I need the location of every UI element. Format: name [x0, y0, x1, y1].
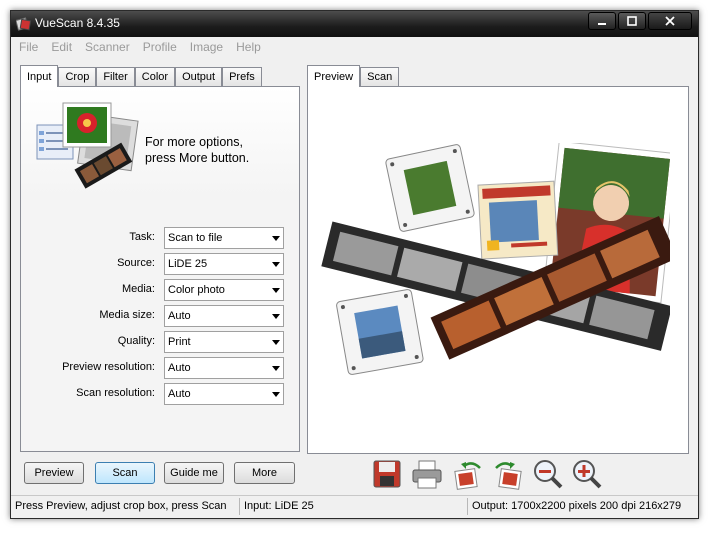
status-hint: Press Preview, adjust crop box, press Sc…: [15, 500, 227, 512]
maximize-icon: [627, 16, 637, 26]
more-button[interactable]: More: [234, 462, 295, 484]
title-bar: VueScan 8.4.35: [11, 11, 698, 37]
menu-bar: File Edit Scanner Profile Image Help: [11, 37, 698, 57]
media-select[interactable]: Color photo: [164, 279, 284, 301]
menu-profile[interactable]: Profile: [143, 37, 177, 57]
media-row: Media: Color photo: [21, 279, 301, 301]
menu-file[interactable]: File: [19, 37, 38, 57]
minimize-button[interactable]: [588, 12, 616, 30]
tab-crop[interactable]: Crop: [58, 67, 97, 87]
minimize-icon: [598, 23, 606, 25]
save-icon[interactable]: [371, 458, 403, 490]
task-select[interactable]: Scan to file: [164, 227, 284, 249]
tab-preview[interactable]: Preview: [307, 65, 361, 87]
preview-resolution-value: Auto: [168, 362, 191, 374]
status-input: Input: LiDE 25: [244, 500, 314, 512]
task-value: Scan to file: [168, 232, 223, 244]
rotate-left-icon[interactable]: [452, 458, 484, 490]
chevron-down-icon: [272, 262, 280, 267]
tab-prefs[interactable]: Prefs: [222, 67, 262, 87]
status-output: Output: 1700x2200 pixels 200 dpi 216x279: [472, 500, 682, 512]
right-tab-strip: Preview Scan: [307, 65, 400, 87]
scan-resolution-row: Scan resolution: Auto: [21, 383, 301, 405]
media-size-row: Media size: Auto: [21, 305, 301, 327]
tab-output[interactable]: Output: [175, 67, 223, 87]
preview-resolution-row: Preview resolution: Auto: [21, 357, 301, 379]
media-value: Color photo: [168, 284, 225, 296]
options-illustration-icon: [36, 102, 139, 189]
zoom-in-icon[interactable]: [571, 458, 603, 490]
tab-filter[interactable]: Filter: [96, 67, 135, 87]
source-label: Source:: [117, 257, 155, 269]
media-size-label: Media size:: [99, 309, 155, 321]
source-value: LiDE 25: [168, 258, 208, 270]
options-banner: For more options, press More button.: [21, 87, 299, 197]
preview-resolution-label: Preview resolution:: [62, 361, 155, 373]
quality-value: Print: [168, 336, 191, 348]
chevron-down-icon: [272, 366, 280, 371]
left-tab-strip: Input Crop Filter Color Output Prefs: [20, 65, 262, 87]
maximize-button[interactable]: [618, 12, 646, 30]
media-size-select[interactable]: Auto: [164, 305, 284, 327]
print-icon[interactable]: [411, 458, 443, 490]
preview-panel: [307, 86, 689, 454]
close-button[interactable]: [648, 12, 692, 30]
tab-color[interactable]: Color: [134, 67, 176, 87]
task-row: Task: Scan to file: [21, 227, 301, 249]
film-slides-illustration: [321, 143, 670, 375]
scan-resolution-select[interactable]: Auto: [164, 383, 284, 405]
media-label: Media:: [121, 283, 155, 295]
quality-label: Quality:: [117, 335, 155, 347]
scan-button[interactable]: Scan: [95, 462, 155, 484]
status-bar: Press Preview, adjust crop box, press Sc…: [11, 495, 698, 517]
task-label: Task:: [129, 231, 155, 243]
chevron-down-icon: [272, 288, 280, 293]
window-title: VueScan 8.4.35: [35, 16, 120, 30]
scan-resolution-label: Scan resolution:: [76, 387, 155, 399]
banner-line-2: press More button.: [145, 151, 250, 165]
input-panel: For more options, press More button. Tas…: [20, 86, 300, 452]
banner-text: For more options, press More button.: [145, 134, 249, 166]
rotate-right-icon[interactable]: [492, 458, 524, 490]
guide-me-button[interactable]: Guide me: [164, 462, 224, 484]
chevron-down-icon: [272, 236, 280, 241]
media-size-value: Auto: [168, 310, 191, 322]
status-divider: [467, 498, 468, 515]
status-divider: [239, 498, 240, 515]
tab-input[interactable]: Input: [20, 65, 59, 87]
app-icon: [16, 17, 32, 31]
app-window: VueScan 8.4.35 File Edit Scanner Profile…: [10, 10, 699, 519]
source-row: Source: LiDE 25: [21, 253, 301, 275]
chevron-down-icon: [272, 314, 280, 319]
quality-select[interactable]: Print: [164, 331, 284, 353]
menu-scanner[interactable]: Scanner: [85, 37, 130, 57]
menu-image[interactable]: Image: [190, 37, 223, 57]
chevron-down-icon: [272, 340, 280, 345]
preview-resolution-select[interactable]: Auto: [164, 357, 284, 379]
preview-button[interactable]: Preview: [24, 462, 84, 484]
scan-resolution-value: Auto: [168, 388, 191, 400]
source-select[interactable]: LiDE 25: [164, 253, 284, 275]
menu-help[interactable]: Help: [236, 37, 261, 57]
quality-row: Quality: Print: [21, 331, 301, 353]
banner-line-1: For more options,: [145, 135, 243, 149]
chevron-down-icon: [272, 392, 280, 397]
zoom-out-icon[interactable]: [532, 458, 564, 490]
tab-scan[interactable]: Scan: [360, 67, 400, 87]
menu-edit[interactable]: Edit: [51, 37, 72, 57]
close-icon: [665, 16, 675, 26]
